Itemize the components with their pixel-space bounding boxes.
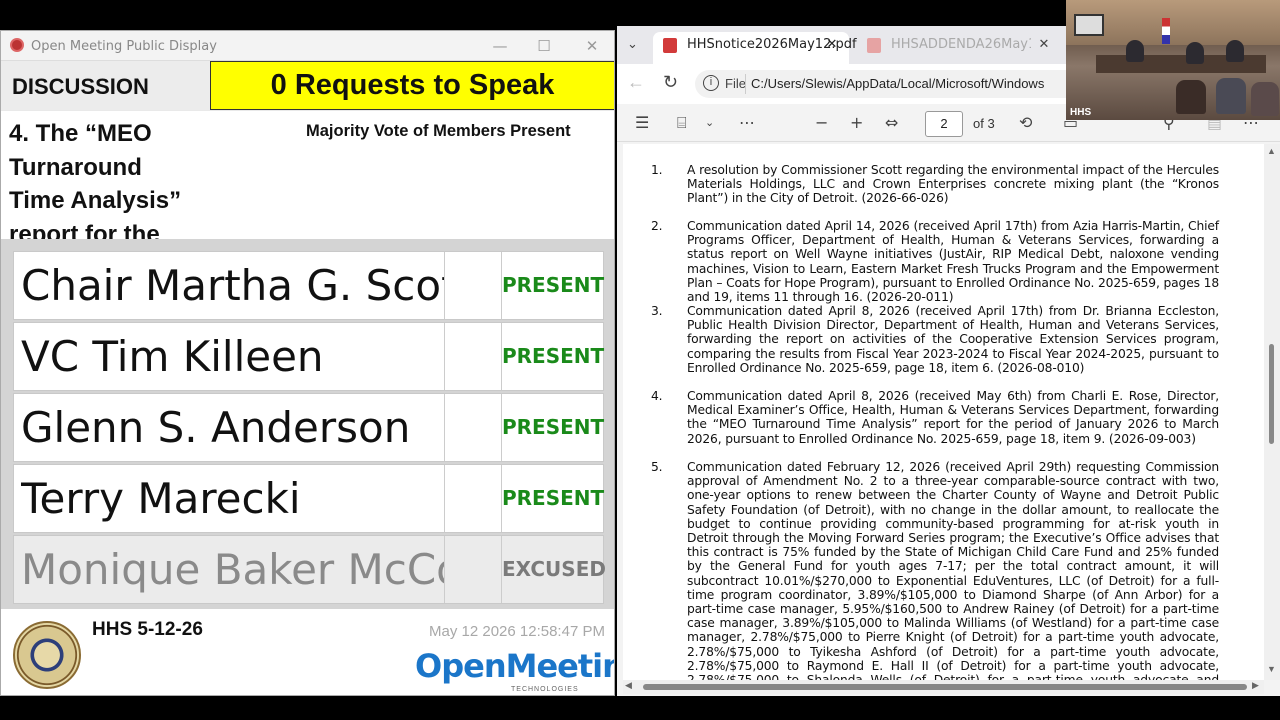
highlight-chevron-icon[interactable]: ⌄ [705, 116, 714, 129]
tab-close-icon[interactable]: ✕ [823, 32, 841, 58]
member-status: PRESENT [502, 344, 605, 368]
requests-to-speak-banner: 0 Requests to Speak [210, 61, 614, 110]
tab-close-icon[interactable]: ✕ [1035, 32, 1053, 58]
video-label: HHS [1070, 107, 1092, 118]
reload-icon[interactable]: ↻ [663, 72, 678, 93]
scroll-down-icon[interactable]: ▼ [1267, 664, 1276, 674]
member-status: PRESENT [502, 486, 605, 510]
agenda-item-title: 4. The “MEO Turnaround Time Analysis” re… [9, 117, 194, 242]
close-button[interactable]: ✕ [577, 35, 607, 57]
open-meeting-window: Open Meeting Public Display — ☐ ✕ DISCUS… [0, 30, 615, 696]
item-number: 1. [651, 163, 663, 177]
video-person [1176, 80, 1206, 114]
roll-call-list: Chair Martha G. Scott PRESENT VC Tim Kil… [1, 239, 614, 609]
roll-row: Terry Marecki PRESENT [13, 464, 604, 533]
video-monitor [1074, 14, 1104, 36]
vertical-scrollbar[interactable]: ▲ ▼ [1264, 144, 1280, 680]
tab-hhs-addenda[interactable]: HHSADDENDA26May12.pdf ✕ [857, 32, 1057, 64]
url-text: C:/Users/Slewis/AppData/Local/Microsoft/… [751, 76, 1045, 91]
member-name: Monique Baker McCormick [21, 545, 444, 594]
section-label: DISCUSSION [1, 61, 210, 110]
tab-actions-chevron-icon[interactable]: ⌄ [627, 36, 638, 52]
om-title-bar[interactable]: Open Meeting Public Display — ☐ ✕ [1, 31, 614, 61]
url-scheme: File [725, 76, 746, 91]
video-person [1126, 40, 1144, 62]
member-status: EXCUSED [502, 557, 606, 581]
member-name: VC Tim Killeen [21, 332, 324, 381]
scroll-thumb[interactable] [643, 684, 1247, 690]
flag-icon [1162, 18, 1170, 44]
item-text: Communication dated April 14, 2026 (rece… [687, 219, 1219, 305]
page-number-input[interactable]: 2 [925, 111, 963, 137]
member-status: PRESENT [502, 273, 605, 297]
pdf-file-icon [663, 38, 677, 53]
item-number: 4. [651, 389, 663, 403]
video-person [1226, 40, 1244, 62]
item-text: A resolution by Commissioner Scott regar… [687, 163, 1219, 206]
tab-label: HHSADDENDA26May12.pdf [891, 37, 1031, 52]
pdf-file-icon [867, 38, 881, 53]
openmeeting-logo: OpenMeeting [415, 647, 614, 685]
display-footer: HHS 5-12-26 May 12 2026 12:58:47 PM Open… [1, 609, 614, 695]
video-person [1216, 78, 1246, 114]
rotate-icon[interactable]: ⟲ [1019, 113, 1032, 132]
openmeeting-logo-sub: TECHNOLOGIES [511, 686, 579, 693]
app-icon [10, 38, 24, 52]
highlight-icon[interactable]: ⌸ [677, 113, 687, 133]
video-person [1186, 42, 1204, 64]
item-text: Communication dated April 8, 2026 (recei… [687, 304, 1219, 375]
roll-row: Glenn S. Anderson PRESENT [13, 393, 604, 462]
scroll-left-icon[interactable]: ◀ [625, 680, 632, 691]
fit-page-icon[interactable]: ⇔ [885, 113, 898, 132]
zoom-out-icon[interactable]: − [815, 113, 828, 132]
meeting-video-feed: HHS [1066, 0, 1280, 120]
item-number: 3. [651, 304, 663, 318]
scroll-thumb[interactable] [1269, 344, 1274, 444]
pdf-page: 1. A resolution by Commissioner Scott re… [623, 144, 1264, 680]
roll-row: Monique Baker McCormick EXCUSED [13, 535, 606, 604]
county-seal-icon [13, 621, 81, 689]
member-name: Glenn S. Anderson [21, 403, 411, 452]
video-person [1251, 82, 1279, 116]
meeting-code: HHS 5-12-26 [92, 619, 203, 640]
tab-hhs-notice[interactable]: HHSnotice2026May12.pdf ✕ [653, 32, 857, 64]
item-number: 2. [651, 219, 663, 233]
scroll-up-icon[interactable]: ▲ [1267, 146, 1276, 156]
minimize-button[interactable]: — [485, 35, 515, 57]
member-name: Terry Marecki [21, 474, 301, 523]
pdf-viewer-window: ⌄ HHSnotice2026May12.pdf ✕ HHSADDENDA26M… [617, 26, 1280, 696]
roll-row: VC Tim Killeen PRESENT [13, 322, 604, 391]
member-status: PRESENT [502, 415, 605, 439]
zoom-in-icon[interactable]: + [850, 113, 863, 132]
item-text: Communication dated February 12, 2026 (r… [687, 460, 1219, 680]
horizontal-scrollbar[interactable]: ◀ ▶ [623, 680, 1264, 694]
back-arrow-icon[interactable]: ← [627, 72, 645, 93]
more-tools-icon[interactable]: ⋯ [739, 113, 755, 132]
scroll-right-icon[interactable]: ▶ [1252, 680, 1259, 691]
member-name: Chair Martha G. Scott [21, 261, 444, 310]
contents-list-icon[interactable]: ☰ [635, 113, 649, 132]
item-text: Communication dated April 8, 2026 (recei… [687, 389, 1219, 446]
vote-type-label: Majority Vote of Members Present [306, 122, 571, 140]
item-number: 5. [651, 460, 663, 474]
roll-row: Chair Martha G. Scott PRESENT [13, 251, 604, 320]
page-count: of 3 [973, 116, 995, 131]
om-window-title: Open Meeting Public Display [31, 39, 217, 54]
maximize-button[interactable]: ☐ [529, 35, 559, 57]
timestamp: May 12 2026 12:58:47 PM [429, 623, 605, 640]
info-icon[interactable]: i [703, 75, 719, 91]
